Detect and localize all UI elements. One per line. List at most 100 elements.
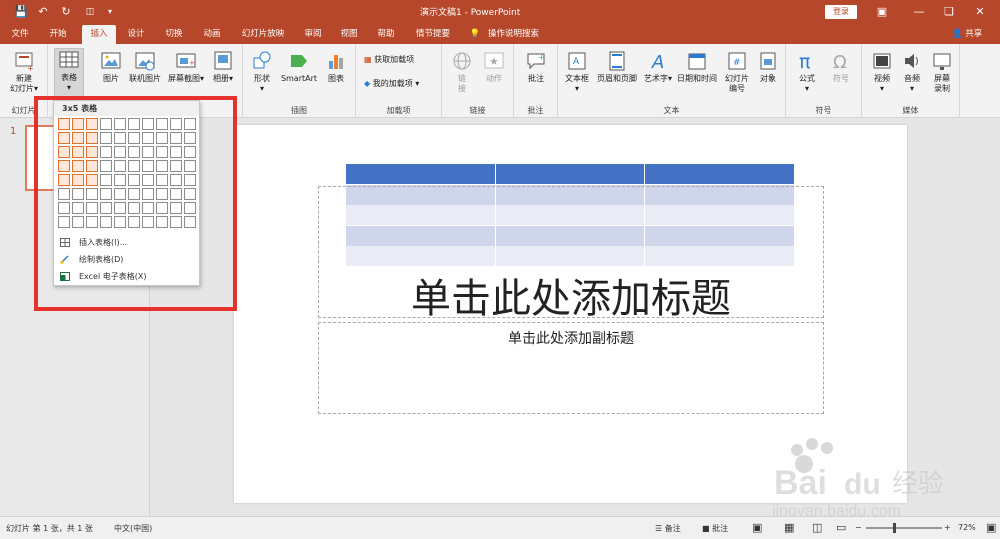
minimize-icon[interactable]: — <box>907 3 931 21</box>
table-grid-cell[interactable] <box>184 160 196 172</box>
table-grid-cell[interactable] <box>128 132 140 144</box>
slideshow-view-icon[interactable]: ▭ <box>836 521 846 534</box>
table-grid-cell[interactable] <box>142 146 154 158</box>
zoom-level[interactable]: 72% <box>958 523 976 532</box>
table-grid-cell[interactable] <box>156 174 168 186</box>
wordart-button[interactable]: A 艺术字▾ <box>642 50 674 84</box>
table-grid-cell[interactable] <box>170 216 182 228</box>
table-grid-cell[interactable] <box>58 146 70 158</box>
table-grid-cell[interactable] <box>100 188 112 200</box>
table-grid-cell[interactable] <box>58 118 70 130</box>
comment-button[interactable]: + 批注 <box>522 50 550 84</box>
tell-me-search[interactable]: 操作说明搜索 <box>488 25 548 44</box>
equation-button[interactable]: π 公式 ▾ <box>792 50 822 94</box>
tab-review[interactable]: 审阅 <box>300 25 326 44</box>
close-icon[interactable]: ✕ <box>968 3 992 21</box>
maximize-icon[interactable]: ❏ <box>937 3 961 21</box>
chart-button[interactable]: 图表 <box>321 50 351 84</box>
table-grid-cell[interactable] <box>142 160 154 172</box>
title-placeholder[interactable]: 单击此处添加标题 <box>318 186 824 322</box>
online-picture-button[interactable]: 联机图片 <box>126 50 164 84</box>
textbox-button[interactable]: A 文本框 ▾ <box>562 50 592 94</box>
table-grid-cell[interactable] <box>184 174 196 186</box>
login-button[interactable]: 登录 <box>825 5 857 19</box>
customize-qat-icon[interactable]: ▾ <box>104 4 116 20</box>
table-grid-cell[interactable] <box>114 146 126 158</box>
tab-help[interactable]: 帮助 <box>372 25 400 44</box>
zoom-in-button[interactable]: + <box>944 523 951 532</box>
table-grid-cell[interactable] <box>128 188 140 200</box>
notes-button[interactable]: ☰ 备注 <box>655 523 681 534</box>
table-grid-cell[interactable] <box>114 174 126 186</box>
table-grid-cell[interactable] <box>170 174 182 186</box>
table-grid-cell[interactable] <box>114 202 126 214</box>
table-grid-cell[interactable] <box>156 146 168 158</box>
zoom-slider[interactable] <box>866 523 942 533</box>
draw-table-menu-item[interactable]: 绘制表格(D) <box>54 251 199 268</box>
table-grid-cell[interactable] <box>142 188 154 200</box>
table-grid-cell[interactable] <box>142 118 154 130</box>
table-grid-cell[interactable] <box>156 118 168 130</box>
table-grid-cell[interactable] <box>100 160 112 172</box>
slide-thumbnail[interactable] <box>25 125 55 191</box>
table-grid-cell[interactable] <box>128 118 140 130</box>
table-grid-cell[interactable] <box>58 188 70 200</box>
table-button[interactable]: 表格 ▾ <box>54 48 84 98</box>
table-grid-cell[interactable] <box>86 118 98 130</box>
get-addins-button[interactable]: ▦ 获取加载项 <box>364 54 414 66</box>
table-grid-cell[interactable] <box>114 216 126 228</box>
table-grid-cell[interactable] <box>170 118 182 130</box>
table-grid-cell[interactable] <box>72 146 84 158</box>
tab-transitions[interactable]: 切换 <box>160 25 188 44</box>
table-grid-cell[interactable] <box>72 174 84 186</box>
table-grid-cell[interactable] <box>156 202 168 214</box>
table-grid-cell[interactable] <box>58 216 70 228</box>
fit-to-window-icon[interactable]: ▣ <box>986 521 996 534</box>
table-grid-cell[interactable] <box>58 160 70 172</box>
slide-sorter-icon[interactable]: ▦ <box>784 521 794 534</box>
table-grid-cell[interactable] <box>128 174 140 186</box>
table-grid-cell[interactable] <box>86 160 98 172</box>
save-icon[interactable]: 💾 <box>12 4 30 20</box>
table-grid-cell[interactable] <box>128 146 140 158</box>
table-grid-cell[interactable] <box>156 132 168 144</box>
table-grid-cell[interactable] <box>58 174 70 186</box>
screenshot-button[interactable]: + 屏幕截图▾ <box>166 50 206 84</box>
table-grid-cell[interactable] <box>156 188 168 200</box>
comments-button[interactable]: ■ 批注 <box>702 523 728 534</box>
table-grid-cell[interactable] <box>72 202 84 214</box>
share-button[interactable]: 👤 共享 <box>952 25 982 44</box>
tab-view[interactable]: 视图 <box>336 25 362 44</box>
undo-icon[interactable]: ↶ <box>34 4 52 20</box>
table-grid-cell[interactable] <box>100 146 112 158</box>
table-grid-cell[interactable] <box>184 118 196 130</box>
table-grid-cell[interactable] <box>100 202 112 214</box>
table-grid-cell[interactable] <box>86 146 98 158</box>
screen-recording-button[interactable]: 屏幕 录制 <box>928 50 956 94</box>
table-grid-cell[interactable] <box>170 202 182 214</box>
datetime-button[interactable]: 日期和时间 <box>674 50 720 84</box>
table-grid-cell[interactable] <box>184 146 196 158</box>
tab-design[interactable]: 设计 <box>122 25 150 44</box>
zoom-out-button[interactable]: − <box>855 523 862 532</box>
tab-home[interactable]: 开始 <box>44 25 72 44</box>
ribbon-display-options-icon[interactable]: ▣ <box>870 3 894 21</box>
table-grid-cell[interactable] <box>184 202 196 214</box>
table-grid-cell[interactable] <box>72 160 84 172</box>
table-grid-cell[interactable] <box>156 216 168 228</box>
table-grid-cell[interactable] <box>72 216 84 228</box>
excel-spreadsheet-menu-item[interactable]: Excel 电子表格(X) <box>54 268 199 285</box>
video-button[interactable]: 视频 ▾ <box>868 50 896 94</box>
smartart-button[interactable]: SmartArt <box>279 50 319 84</box>
table-grid-cell[interactable] <box>100 216 112 228</box>
table-grid-cell[interactable] <box>86 202 98 214</box>
table-grid-cell[interactable] <box>170 188 182 200</box>
table-grid-cell[interactable] <box>114 160 126 172</box>
zoom-slider-thumb[interactable] <box>893 523 896 533</box>
tab-animations[interactable]: 动画 <box>198 25 226 44</box>
table-grid-cell[interactable] <box>184 216 196 228</box>
table-grid-cell[interactable] <box>170 146 182 158</box>
table-grid-cell[interactable] <box>100 132 112 144</box>
table-grid-cell[interactable] <box>184 132 196 144</box>
table-grid-cell[interactable] <box>128 216 140 228</box>
